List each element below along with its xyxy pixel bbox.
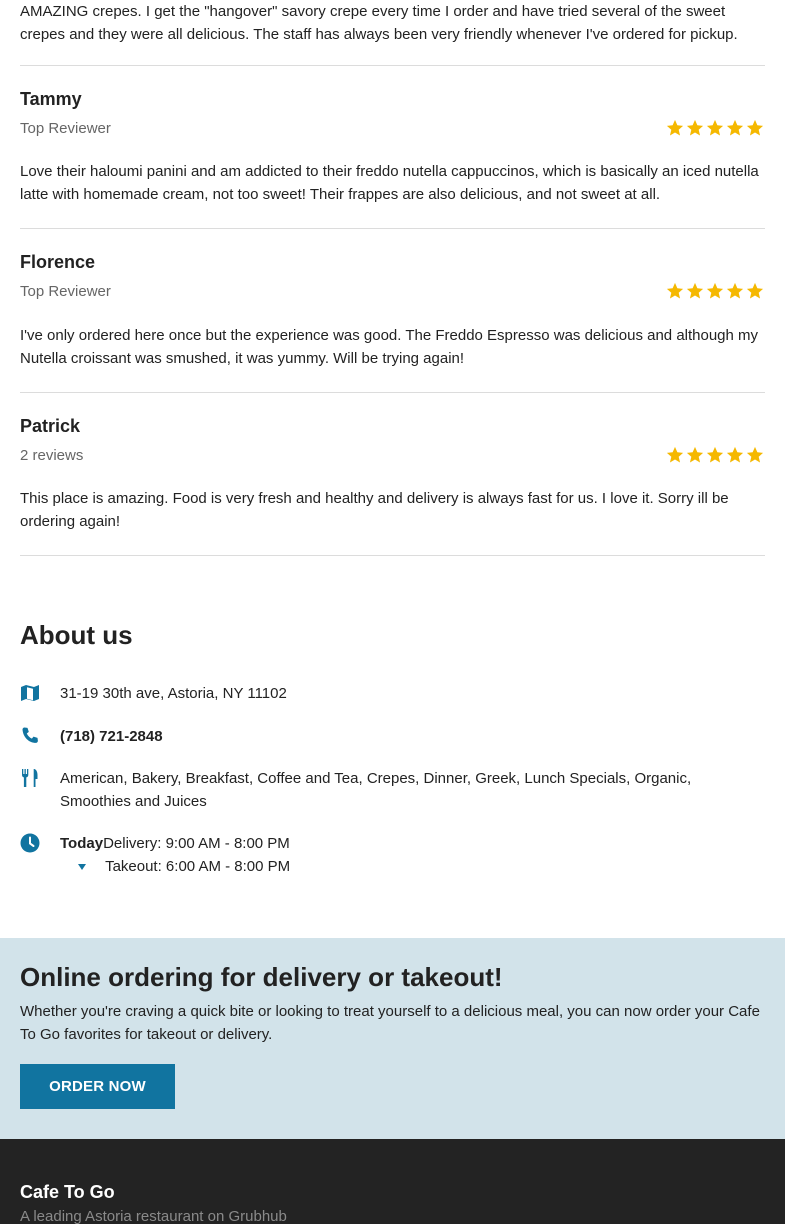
reviewer-meta: Top Reviewer [20,116,765,140]
star-icon [686,446,704,464]
phone-icon [20,726,40,746]
star-icon [746,119,764,137]
star-icon [726,446,744,464]
footer: Cafe To Go A leading Astoria restaurant … [0,1139,785,1225]
map-icon [20,683,40,703]
order-promo-banner: Online ordering for delivery or takeout!… [0,938,785,1139]
star-icon [686,282,704,300]
phone-row: (718) 721-2848 [20,725,765,748]
takeout-hours: Takeout: 6:00 AM - 8:00 PM [105,858,291,875]
star-icon [666,119,684,137]
order-now-button[interactable]: ORDER NOW [20,1064,175,1109]
phone-link[interactable]: (718) 721-2848 [60,725,163,748]
fork-knife-icon [20,768,40,788]
review-text: Love their haloumi panini and am addicte… [20,163,759,203]
promo-text: Whether you're craving a quick bite or l… [20,1003,760,1043]
star-icon [706,446,724,464]
reviewer-meta: 2 reviews [20,443,765,467]
hours-expand-toggle[interactable] [60,855,103,878]
star-icon [726,282,744,300]
hours-today-label: Today [60,835,104,852]
star-rating [666,119,764,137]
address-row: 31-19 30th ave, Astoria, NY 11102 [20,682,765,705]
star-icon [666,446,684,464]
hours-row: Today Delivery: 9:00 AM - 8:00 PM Takeou… [20,832,765,878]
reviewer-badge: Top Reviewer [20,119,111,137]
star-icon [666,282,684,300]
star-icon [686,119,704,137]
star-icon [746,282,764,300]
reviewer-name: Florence [20,252,96,272]
delivery-hours: Delivery: 9:00 AM - 8:00 PM [103,835,290,852]
review-text: AMAZING crepes. I get the "hangover" sav… [20,3,738,43]
star-rating [666,446,764,464]
about-title: About us [20,620,133,650]
promo-title: Online ordering for delivery or takeout! [20,962,503,992]
chevron-down-icon[interactable] [77,864,86,871]
review-card: Patrick 2 reviews This place is amazing.… [20,393,765,556]
star-icon [726,119,744,137]
reviewer-badge: 2 reviews [20,446,84,464]
review-text: I've only ordered here once but the expe… [20,327,759,367]
star-icon [706,282,724,300]
reviewer-meta: Top Reviewer [20,279,765,303]
reviewer-name: Tammy [20,89,82,109]
review-card: Florence Top Reviewer I've only ordered … [20,229,765,393]
star-rating [666,282,764,300]
cuisine-row: American, Bakery, Breakfast, Coffee and … [20,767,765,813]
star-icon [706,119,724,137]
clock-icon [20,833,40,853]
review-card: Tammy Top Reviewer Love their haloumi pa… [20,66,765,229]
cuisine-list: American, Bakery, Breakfast, Coffee and … [60,770,692,810]
footer-restaurant-name: Cafe To Go [20,1182,115,1202]
review-card: AMAZING crepes. I get the "hangover" sav… [20,0,765,66]
footer-tagline: A leading Astoria restaurant on Grubhub [20,1208,287,1225]
hours-table: Today Delivery: 9:00 AM - 8:00 PM Takeou… [60,832,290,878]
address-text[interactable]: 31-19 30th ave, Astoria, NY 11102 [60,682,287,705]
reviewer-badge: Top Reviewer [20,282,111,300]
review-text: This place is amazing. Food is very fres… [20,490,729,530]
star-icon [746,446,764,464]
reviewer-name: Patrick [20,416,81,436]
